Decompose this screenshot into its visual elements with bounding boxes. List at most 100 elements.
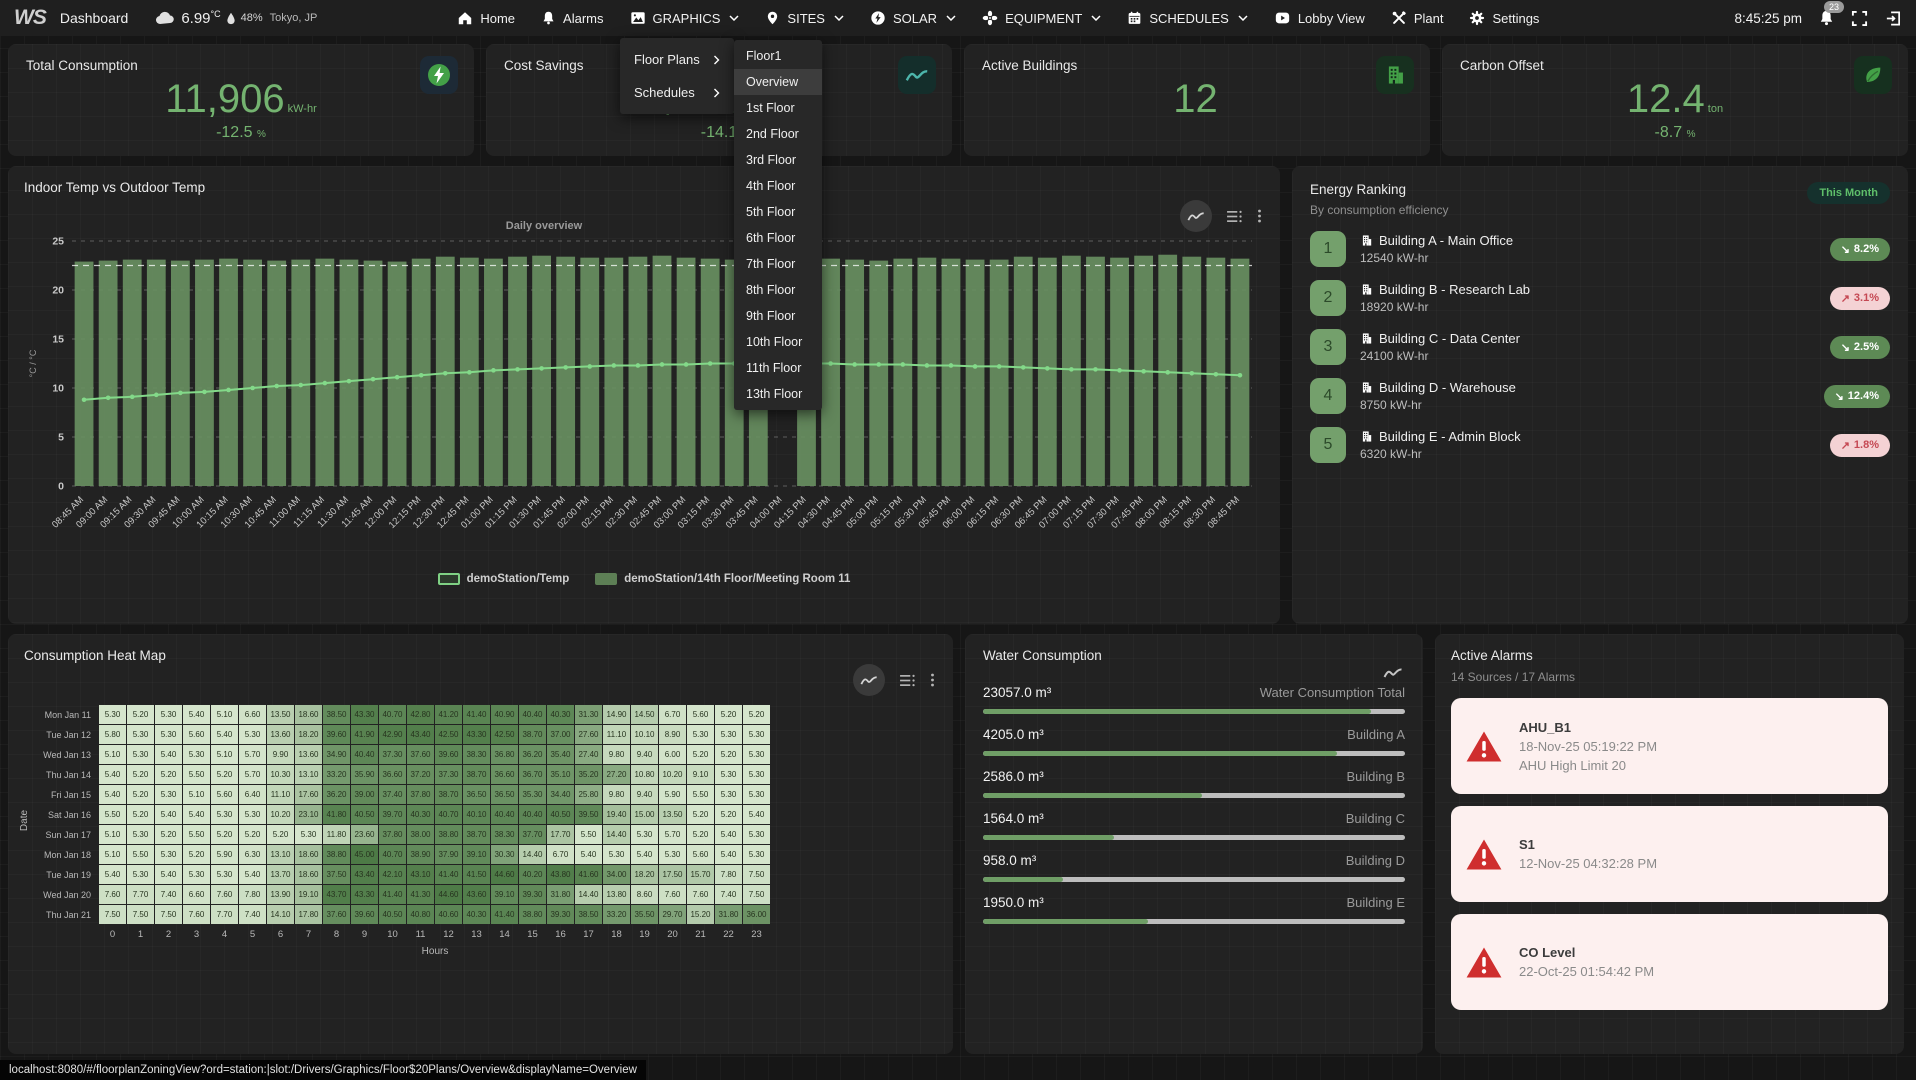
heatmap-cell[interactable]: 5.30 <box>183 745 210 764</box>
heatmap-cell[interactable]: 35.10 <box>547 765 574 784</box>
heatmap-cell[interactable]: 40.70 <box>379 705 406 724</box>
heatmap-cell[interactable]: 8.60 <box>631 885 658 904</box>
fullscreen-button[interactable] <box>1851 10 1868 27</box>
heatmap-cell[interactable]: 7.50 <box>743 865 770 884</box>
heatmap-cell[interactable]: 37.90 <box>435 845 462 864</box>
heatmap-cell[interactable]: 34.00 <box>603 865 630 884</box>
heatmap-cell[interactable]: 5.30 <box>239 805 266 824</box>
heatmap-cell[interactable]: 6.00 <box>659 745 686 764</box>
heatmap-cell[interactable]: 40.10 <box>463 805 490 824</box>
heatmap-cell[interactable]: 27.60 <box>575 725 602 744</box>
heatmap-cell[interactable]: 5.40 <box>211 725 238 744</box>
heatmap-cell[interactable]: 5.30 <box>743 845 770 864</box>
period-badge[interactable]: This Month <box>1807 182 1890 204</box>
logout-button[interactable] <box>1884 10 1902 27</box>
heatmap-cell[interactable]: 38.70 <box>463 765 490 784</box>
heatmap-cell[interactable]: 9.40 <box>631 785 658 804</box>
data-view-button[interactable] <box>1226 210 1243 223</box>
heatmap-cell[interactable]: 34.90 <box>323 745 350 764</box>
heatmap-cell[interactable]: 23.60 <box>351 825 378 844</box>
heatmap-cell[interactable]: 39.10 <box>491 885 518 904</box>
heatmap-cell[interactable]: 36.60 <box>491 765 518 784</box>
heatmap-cell[interactable]: 40.30 <box>547 705 574 724</box>
menu-item-floor-plans[interactable]: Floor Plans <box>620 43 734 76</box>
heatmap-cell[interactable]: 17.60 <box>295 785 322 804</box>
heatmap-cell[interactable]: 40.50 <box>351 805 378 824</box>
heatmap-cell[interactable]: 5.20 <box>211 765 238 784</box>
heatmap-cell[interactable]: 5.50 <box>183 825 210 844</box>
line-chart-toggle-button[interactable] <box>1180 200 1212 232</box>
alarm-card[interactable]: S1 12-Nov-25 04:32:28 PM <box>1451 806 1888 902</box>
alarm-card[interactable]: CO Level 22-Oct-25 01:54:42 PM <box>1451 914 1888 1010</box>
heatmap-cell[interactable]: 5.30 <box>127 825 154 844</box>
ranking-row[interactable]: 1 Building A - Main Office 12540 kW-hr ↘… <box>1310 231 1890 267</box>
heatmap-cell[interactable]: 5.20 <box>211 825 238 844</box>
heatmap-cell[interactable]: 5.20 <box>687 805 714 824</box>
heatmap-cell[interactable]: 39.00 <box>351 785 378 804</box>
submenu-item[interactable]: 3rd Floor <box>734 147 822 173</box>
heatmap-cell[interactable]: 5.30 <box>295 825 322 844</box>
heatmap-cell[interactable]: 5.10 <box>99 745 126 764</box>
submenu-item[interactable]: 4th Floor <box>734 173 822 199</box>
heatmap-cell[interactable]: 5.20 <box>127 785 154 804</box>
heatmap-cell[interactable]: 5.50 <box>687 785 714 804</box>
heatmap-cell[interactable]: 38.30 <box>463 745 490 764</box>
heatmap-cell[interactable]: 18.20 <box>295 725 322 744</box>
submenu-item[interactable]: Overview <box>734 69 822 95</box>
submenu-item[interactable]: 9th Floor <box>734 303 822 329</box>
heatmap-cell[interactable]: 41.80 <box>323 805 350 824</box>
heatmap-cell[interactable]: 5.30 <box>183 865 210 884</box>
heatmap-cell[interactable]: 5.60 <box>211 785 238 804</box>
heatmap-cell[interactable]: 5.30 <box>715 725 742 744</box>
heatmap-cell[interactable]: 31.80 <box>715 905 742 924</box>
heatmap-cell[interactable]: 8.90 <box>659 725 686 744</box>
heatmap-cell[interactable]: 5.40 <box>155 865 182 884</box>
line-chart-toggle-button[interactable] <box>853 664 885 696</box>
heatmap-cell[interactable]: 33.20 <box>323 765 350 784</box>
heatmap-cell[interactable]: 43.40 <box>351 865 378 884</box>
ranking-row[interactable]: 3 Building C - Data Center 24100 kW-hr ↘… <box>1310 329 1890 365</box>
heatmap-cell[interactable]: 14.40 <box>575 885 602 904</box>
heatmap-cell[interactable]: 7.40 <box>239 905 266 924</box>
ranking-row[interactable]: 5 Building E - Admin Block 6320 kW-hr ↗1… <box>1310 427 1890 463</box>
notifications-button[interactable]: 23 <box>1818 9 1835 27</box>
heatmap-cell[interactable]: 5.50 <box>575 825 602 844</box>
heatmap-cell[interactable]: 37.60 <box>323 905 350 924</box>
heatmap-cell[interactable]: 37.30 <box>379 745 406 764</box>
nav-item-schedules[interactable]: SCHEDULES <box>1117 4 1257 32</box>
heatmap-cell[interactable]: 7.50 <box>99 905 126 924</box>
heatmap-cell[interactable]: 5.20 <box>743 705 770 724</box>
heatmap-cell[interactable]: 5.50 <box>127 845 154 864</box>
heatmap-cell[interactable]: 7.80 <box>715 865 742 884</box>
heatmap-cell[interactable]: 5.50 <box>183 765 210 784</box>
heatmap-cell[interactable]: 5.30 <box>743 825 770 844</box>
heatmap-cell[interactable]: 17.70 <box>547 825 574 844</box>
heatmap-cell[interactable]: 38.80 <box>323 845 350 864</box>
heatmap-cell[interactable]: 37.80 <box>407 785 434 804</box>
heatmap-cell[interactable]: 9.40 <box>631 745 658 764</box>
heatmap-cell[interactable]: 5.30 <box>659 845 686 864</box>
heatmap-cell[interactable]: 38.80 <box>435 825 462 844</box>
heatmap-cell[interactable]: 5.10 <box>211 705 238 724</box>
heatmap-cell[interactable]: 40.50 <box>547 805 574 824</box>
heatmap-cell[interactable]: 45.00 <box>351 845 378 864</box>
heatmap-cell[interactable]: 41.40 <box>379 885 406 904</box>
heatmap-cell[interactable]: 5.30 <box>239 725 266 744</box>
heatmap-cell[interactable]: 14.50 <box>631 705 658 724</box>
heatmap-cell[interactable]: 11.10 <box>603 725 630 744</box>
heatmap-cell[interactable]: 7.60 <box>659 885 686 904</box>
heatmap-cell[interactable]: 38.70 <box>519 725 546 744</box>
heatmap-cell[interactable]: 13.60 <box>267 725 294 744</box>
heatmap-cell[interactable]: 40.80 <box>407 905 434 924</box>
heatmap-cell[interactable]: 40.60 <box>435 905 462 924</box>
heatmap-cell[interactable]: 39.50 <box>575 805 602 824</box>
water-chart-button[interactable] <box>1383 666 1403 680</box>
heatmap-cell[interactable]: 5.30 <box>99 705 126 724</box>
legend-item-indoor[interactable]: demoStation/14th Floor/Meeting Room 11 <box>595 573 850 585</box>
heatmap-cell[interactable]: 37.80 <box>379 825 406 844</box>
heatmap-cell[interactable]: 5.20 <box>127 705 154 724</box>
heatmap-cell[interactable]: 7.60 <box>211 885 238 904</box>
heatmap-cell[interactable]: 5.20 <box>267 825 294 844</box>
heatmap-cell[interactable]: 9.90 <box>267 745 294 764</box>
heatmap-cell[interactable]: 13.10 <box>267 845 294 864</box>
